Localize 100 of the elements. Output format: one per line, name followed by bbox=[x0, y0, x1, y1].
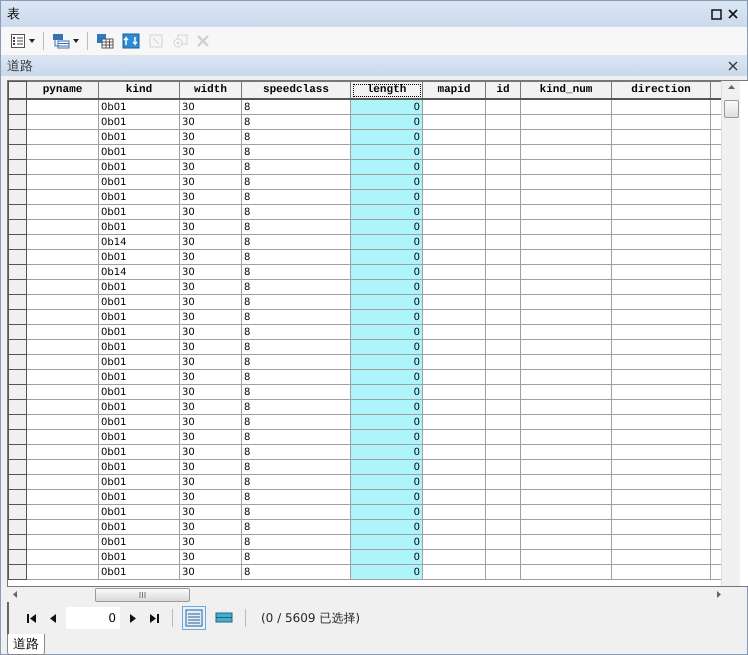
column-header[interactable]: direction bbox=[612, 82, 710, 99]
row-header[interactable] bbox=[8, 550, 26, 564]
row-header[interactable] bbox=[8, 460, 26, 474]
dropdown-caret-icon bbox=[29, 39, 35, 43]
row-header[interactable] bbox=[8, 310, 26, 324]
table-cell: 0 bbox=[350, 430, 422, 444]
row-header[interactable] bbox=[8, 99, 26, 114]
table-cell: 0 bbox=[350, 354, 422, 370]
scroll-left-icon[interactable] bbox=[13, 591, 17, 598]
table-cell: 30 bbox=[180, 504, 242, 520]
table-cell: 0b01 bbox=[98, 130, 180, 144]
row-header[interactable] bbox=[8, 430, 26, 444]
table-select-icon bbox=[96, 33, 114, 49]
table-cell: 0b01 bbox=[98, 144, 180, 160]
column-header[interactable]: kind_num bbox=[520, 82, 612, 99]
table-cell: 0 bbox=[350, 340, 422, 354]
table-cell: 30 bbox=[180, 99, 242, 114]
row-header[interactable] bbox=[8, 130, 26, 144]
table-cell: 8 bbox=[242, 144, 350, 160]
table-cell: 30 bbox=[180, 384, 242, 400]
table-cell: 8 bbox=[242, 324, 350, 340]
table-cell: 0b01 bbox=[98, 204, 180, 220]
table-cell: 8 bbox=[242, 354, 350, 370]
row-header[interactable] bbox=[8, 160, 26, 174]
row-header[interactable] bbox=[8, 564, 26, 580]
table-cell: 0b01 bbox=[98, 174, 180, 190]
column-header[interactable]: width bbox=[180, 82, 242, 99]
table-tab[interactable]: 道路 bbox=[7, 634, 45, 655]
scroll-up-icon[interactable] bbox=[728, 85, 734, 89]
row-header[interactable] bbox=[8, 474, 26, 490]
table-cell: 8 bbox=[242, 160, 350, 174]
table-cell: 0 bbox=[350, 444, 422, 460]
row-header[interactable] bbox=[8, 264, 26, 280]
first-icon bbox=[27, 614, 36, 622]
column-header[interactable]: kind bbox=[98, 82, 180, 99]
row-header[interactable] bbox=[8, 520, 26, 534]
column-header[interactable]: pyname bbox=[26, 82, 98, 99]
table-cell: 8 bbox=[242, 444, 350, 460]
row-header[interactable] bbox=[8, 354, 26, 370]
row-header[interactable] bbox=[8, 114, 26, 130]
row-header[interactable] bbox=[8, 144, 26, 160]
table-cell: 30 bbox=[180, 310, 242, 324]
table-cell: 0 bbox=[350, 250, 422, 264]
table-cell: 8 bbox=[242, 204, 350, 220]
table-cell: 0 bbox=[350, 550, 422, 564]
row-header[interactable] bbox=[8, 370, 26, 384]
scroll-thumb[interactable] bbox=[724, 100, 739, 118]
table-cell: 0b01 bbox=[98, 354, 180, 370]
show-all-records-button[interactable] bbox=[182, 606, 206, 630]
row-header[interactable] bbox=[8, 444, 26, 460]
table-cell: 0 bbox=[350, 460, 422, 474]
switch-selection-icon bbox=[122, 33, 140, 49]
related-tables-icon bbox=[52, 33, 70, 49]
table-cell: 0 bbox=[350, 190, 422, 204]
table-cell: 0b14 bbox=[98, 264, 180, 280]
table-cell: 30 bbox=[180, 264, 242, 280]
row-header[interactable] bbox=[8, 384, 26, 400]
table-cell: 0 bbox=[350, 504, 422, 520]
column-header[interactable]: mapid bbox=[422, 82, 486, 99]
table-cell: 30 bbox=[180, 130, 242, 144]
row-header[interactable] bbox=[8, 220, 26, 234]
row-header[interactable] bbox=[8, 190, 26, 204]
delete-icon bbox=[196, 34, 210, 48]
row-header[interactable] bbox=[8, 324, 26, 340]
row-header[interactable] bbox=[8, 414, 26, 430]
grip-icon bbox=[139, 592, 146, 598]
row-header[interactable] bbox=[8, 504, 26, 520]
row-header[interactable] bbox=[8, 490, 26, 504]
row-header[interactable] bbox=[8, 204, 26, 220]
row-header[interactable] bbox=[8, 534, 26, 550]
table-cell: 8 bbox=[242, 504, 350, 520]
table-cell: 0b01 bbox=[98, 534, 180, 550]
table-cell: 8 bbox=[242, 534, 350, 550]
table-cell: 0 bbox=[350, 280, 422, 294]
column-header[interactable]: id bbox=[486, 82, 520, 99]
table-cell: 8 bbox=[242, 430, 350, 444]
next-icon bbox=[130, 614, 136, 622]
row-header[interactable] bbox=[8, 400, 26, 414]
row-header[interactable] bbox=[8, 294, 26, 310]
record-field[interactable]: 0 bbox=[66, 607, 120, 629]
table-cell: 0 bbox=[350, 114, 422, 130]
table-cell: 30 bbox=[180, 460, 242, 474]
row-header[interactable] bbox=[8, 340, 26, 354]
table-cell: 30 bbox=[180, 490, 242, 504]
row-header[interactable] bbox=[8, 174, 26, 190]
selection-status: (0 / 5609 已选择) bbox=[261, 610, 360, 626]
table-cell: 0b01 bbox=[98, 490, 180, 504]
table-cell: 0 bbox=[350, 564, 422, 580]
row-header[interactable] bbox=[8, 250, 26, 264]
row-header[interactable] bbox=[8, 280, 26, 294]
vertical-scrollbar[interactable] bbox=[721, 81, 740, 586]
scroll-right-icon[interactable] bbox=[717, 591, 721, 598]
table-cell: 8 bbox=[242, 114, 350, 130]
table-cell: 0b01 bbox=[98, 250, 180, 264]
column-header[interactable]: speedclass bbox=[242, 82, 350, 99]
row-header[interactable] bbox=[8, 234, 26, 250]
table-cell: 8 bbox=[242, 280, 350, 294]
table-cell: 8 bbox=[242, 414, 350, 430]
table-cell: 8 bbox=[242, 264, 350, 280]
column-header[interactable]: length bbox=[350, 82, 422, 99]
